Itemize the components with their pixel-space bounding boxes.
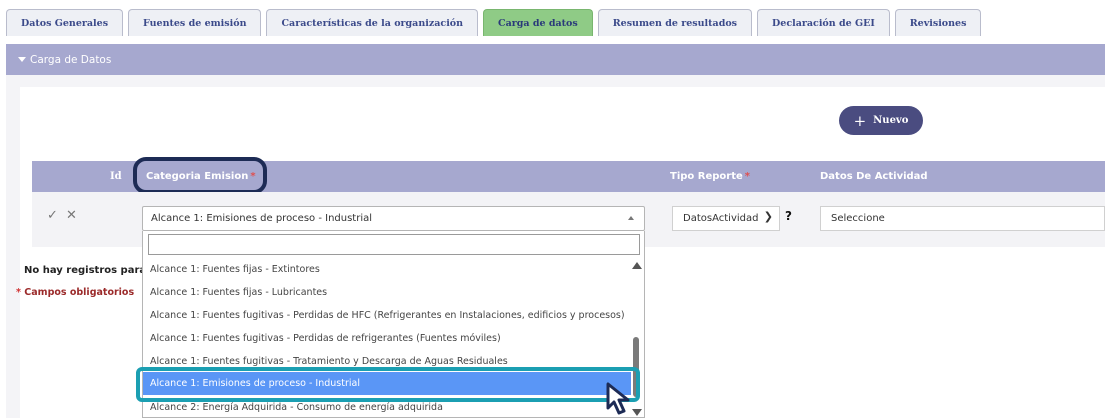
required-fields-note: * Campos obligatorios: [16, 287, 135, 298]
annotation-highlight-option: [136, 367, 640, 402]
section-header-carga-datos[interactable]: Carga de Datos: [6, 44, 1105, 75]
cancel-row-icon[interactable]: ✕: [66, 208, 77, 223]
tab-fuentes-emision[interactable]: Fuentes de emisión: [128, 9, 262, 36]
save-row-icon[interactable]: ✓: [47, 208, 58, 223]
annotation-highlight-categoria: [133, 157, 267, 194]
tab-caracteristicas[interactable]: Características de la organización: [266, 9, 479, 36]
mouse-pointer-icon: [606, 382, 630, 415]
required-mark: *: [744, 171, 750, 182]
column-header-datos-actividad[interactable]: Datos De Actividad: [820, 161, 928, 192]
chevron-down-icon: ❯: [763, 210, 773, 223]
section-title: Carga de Datos: [30, 53, 112, 66]
column-header-id[interactable]: Id: [110, 161, 122, 192]
categoria-emision-select[interactable]: Alcance 1: Emisiones de proceso - Indust…: [142, 206, 645, 231]
dropdown-option[interactable]: Alcance 1: Fuentes fugitivas - Perdidas …: [143, 327, 631, 350]
empty-records-message: No hay registros para mostrar: [24, 265, 142, 276]
dropdown-option[interactable]: Alcance 1: Fuentes fijas - Lubricantes: [143, 281, 631, 304]
column-header-tipo-reporte[interactable]: Tipo Reporte *: [670, 161, 750, 192]
dropdown-option[interactable]: Alcance 1: Fuentes fugitivas - Perdidas …: [143, 304, 631, 327]
tipo-reporte-select[interactable]: DatosActividad ❯: [672, 206, 780, 231]
dropdown-option[interactable]: Alcance 1: Fuentes fijas - Extintores: [143, 258, 631, 281]
scroll-up-icon[interactable]: [632, 262, 642, 269]
tab-carga-datos[interactable]: Carga de datos: [483, 9, 593, 36]
tab-bar: Datos Generales Fuentes de emisión Carac…: [6, 9, 986, 36]
nuevo-button[interactable]: + Nuevo: [839, 106, 923, 135]
tipo-selected-value: DatosActividad: [683, 213, 759, 224]
tab-resumen-resultados[interactable]: Resumen de resultados: [597, 9, 753, 36]
help-icon[interactable]: ?: [785, 209, 792, 223]
tab-revisiones[interactable]: Revisiones: [894, 9, 982, 36]
nuevo-label: Nuevo: [873, 115, 909, 126]
collapse-triangle-icon: [18, 57, 26, 62]
dropdown-search-input[interactable]: [148, 234, 640, 255]
plus-icon: +: [853, 111, 867, 130]
datos-selected-value: Seleccione: [831, 213, 885, 224]
tab-datos-generales[interactable]: Datos Generales: [6, 9, 124, 36]
tab-declaracion-gei[interactable]: Declaración de GEI: [757, 9, 890, 36]
categoria-selected-value: Alcance 1: Emisiones de proceso - Indust…: [151, 213, 373, 224]
chevron-up-icon: [628, 216, 634, 220]
datos-actividad-select[interactable]: Seleccione: [820, 206, 1105, 231]
